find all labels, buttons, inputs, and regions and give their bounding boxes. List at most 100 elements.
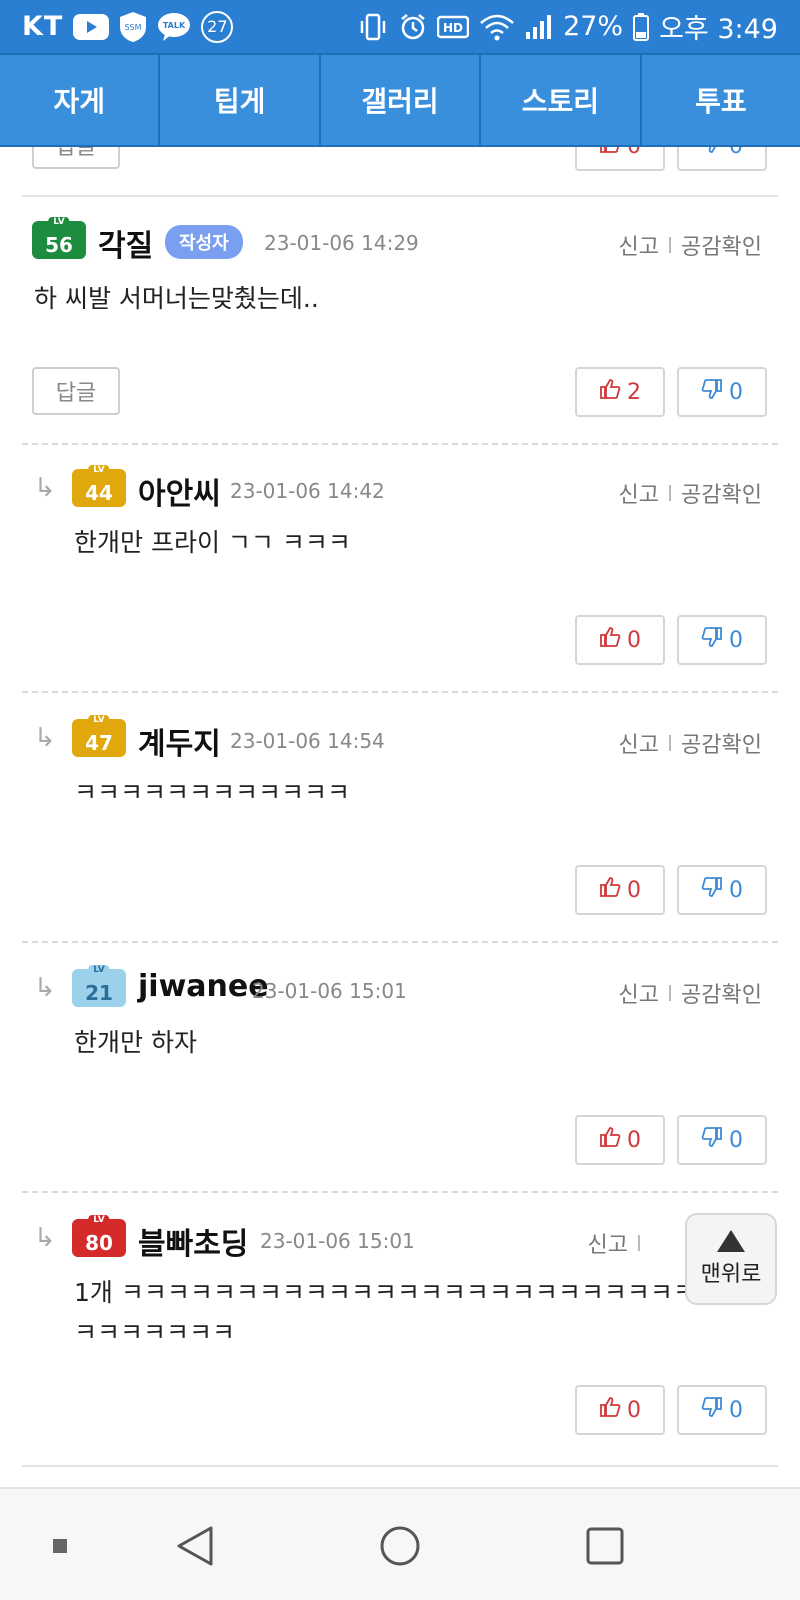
system-nav-bar: [0, 1487, 800, 1600]
report-link[interactable]: 신고: [588, 1227, 628, 1259]
comment-date: 23-01-06 14:42: [230, 479, 385, 503]
upvote-button[interactable]: 0: [575, 147, 665, 171]
comment-date: 23-01-06 15:01: [260, 1229, 415, 1253]
level-badge: 21: [72, 969, 126, 1007]
downvote-count: 0: [729, 1127, 743, 1153]
wifi-icon: [479, 13, 515, 41]
thumbs-down-icon: [701, 876, 723, 904]
comment-author[interactable]: 계두지: [138, 719, 221, 763]
svg-text:HD: HD: [443, 21, 463, 35]
divider: [22, 1465, 778, 1467]
divider: [669, 485, 672, 501]
comment-date: 23-01-06 14:54: [230, 729, 385, 753]
clock: 오후 3:49: [659, 14, 778, 45]
downvote-button[interactable]: 0: [677, 1115, 767, 1165]
back-icon[interactable]: [160, 1489, 230, 1600]
comment-text: ㅋㅋㅋㅋㅋㅋㅋㅋㅋㅋㅋㅋ: [74, 778, 351, 807]
downvote-button[interactable]: 0: [677, 1385, 767, 1435]
downvote-count: 0: [729, 379, 743, 405]
tab-story[interactable]: 스토리: [481, 55, 642, 145]
recents-icon[interactable]: [570, 1489, 640, 1600]
scroll-to-top-label: 맨위로: [700, 1262, 762, 1287]
empathy-check-link[interactable]: 공감확인: [681, 977, 762, 1009]
comment-author[interactable]: 아안씨: [138, 469, 221, 513]
report-link[interactable]: 신고: [619, 727, 659, 759]
arrow-up-icon: [717, 1230, 745, 1252]
upvote-count: 0: [627, 147, 641, 159]
board-tabs: 자게 팁게 갤러리 스토리 투표: [0, 53, 800, 147]
report-link[interactable]: 신고: [619, 477, 659, 509]
thumbs-up-icon: [599, 626, 621, 654]
comment-list: 답글 0 0 56 각질 작성자 23-01-06 14:29 신고 공감확인 …: [0, 147, 800, 1487]
comment-author[interactable]: 블빠초딩: [138, 1219, 248, 1263]
upvote-count: 0: [627, 1397, 641, 1423]
upvote-count: 0: [627, 877, 641, 903]
tab-tip-board[interactable]: 팁게: [160, 55, 321, 145]
scroll-to-top-button[interactable]: 맨위로: [685, 1213, 777, 1305]
comment-author[interactable]: 각질: [98, 221, 153, 265]
downvote-button[interactable]: 0: [677, 615, 767, 665]
upvote-button[interactable]: 2: [575, 367, 665, 417]
divider: [22, 941, 778, 943]
upvote-button[interactable]: 0: [575, 1385, 665, 1435]
comment-text: 한개만 하자: [74, 1028, 197, 1057]
talk-icon: TALK: [157, 12, 191, 42]
reply-arrow-icon: ↳: [34, 473, 56, 503]
svg-text:TALK: TALK: [163, 21, 186, 30]
downvote-count: 0: [729, 627, 743, 653]
report-link[interactable]: 신고: [619, 977, 659, 1009]
divider: [22, 691, 778, 693]
reply-button[interactable]: 답글: [32, 367, 120, 415]
carrier-label: KT: [22, 11, 64, 42]
home-icon[interactable]: [365, 1489, 435, 1600]
thumbs-down-icon: [701, 378, 723, 406]
menu-dot-icon[interactable]: [40, 1489, 80, 1600]
reply-arrow-icon: ↳: [34, 723, 56, 753]
battery-percent: 27%: [563, 11, 624, 42]
divider: [22, 195, 778, 197]
upvote-button[interactable]: 0: [575, 865, 665, 915]
empathy-check-link[interactable]: 공감확인: [681, 727, 762, 759]
thumbs-down-icon: [701, 1126, 723, 1154]
battery-icon: [633, 12, 650, 41]
tab-vote[interactable]: 투표: [642, 55, 800, 145]
status-bar: KT SSM TALK 27 HD 27% 오후 3:49: [0, 0, 800, 53]
downvote-count: 0: [729, 877, 743, 903]
comment-text-line2: ㅋㅋㅋㅋㅋㅋㅋ: [74, 1318, 236, 1347]
comment-text-line1: 1개 ㅋㅋㅋㅋㅋㅋㅋㅋㅋㅋㅋㅋㅋㅋㅋㅋㅋㅋㅋㅋㅋㅋㅋㅋㅋ: [74, 1278, 696, 1307]
upvote-button[interactable]: 0: [575, 615, 665, 665]
thumbs-up-icon: [599, 1126, 621, 1154]
level-badge: 44: [72, 469, 126, 507]
downvote-button[interactable]: 0: [677, 147, 767, 171]
reply-arrow-icon: ↳: [34, 973, 56, 1003]
report-link[interactable]: 신고: [619, 229, 659, 261]
svg-text:SSM: SSM: [125, 23, 142, 32]
tab-gallery[interactable]: 갤러리: [321, 55, 482, 145]
thumbs-up-icon: [599, 147, 621, 160]
comment-date: 23-01-06 15:01: [252, 979, 407, 1003]
thumbs-down-icon: [701, 1396, 723, 1424]
downvote-button[interactable]: 0: [677, 367, 767, 417]
reply-arrow-icon: ↳: [34, 1223, 56, 1253]
level-badge: 80: [72, 1219, 126, 1257]
youtube-icon: [73, 13, 110, 40]
divider: [669, 985, 672, 1001]
comment-date: 23-01-06 14:29: [264, 231, 419, 255]
downvote-count: 0: [729, 147, 743, 159]
ssm-icon: SSM: [119, 11, 147, 43]
reply-button[interactable]: 답글: [32, 147, 120, 169]
divider: [669, 735, 672, 751]
empathy-check-link[interactable]: 공감확인: [681, 229, 762, 261]
upvote-count: 0: [627, 1127, 641, 1153]
downvote-button[interactable]: 0: [677, 865, 767, 915]
empathy-check-link[interactable]: 공감확인: [681, 477, 762, 509]
vibrate-icon: [357, 13, 389, 41]
divider: [669, 237, 672, 253]
comment-author[interactable]: jiwanee: [138, 969, 269, 1004]
upvote-count: 0: [627, 627, 641, 653]
notification-count-icon: 27: [201, 10, 234, 43]
comment-text: 한개만 프라이 ㄱㄱ ㅋㅋㅋ: [74, 528, 351, 557]
tab-free-board[interactable]: 자게: [0, 55, 161, 145]
divider: [22, 443, 778, 445]
upvote-button[interactable]: 0: [575, 1115, 665, 1165]
